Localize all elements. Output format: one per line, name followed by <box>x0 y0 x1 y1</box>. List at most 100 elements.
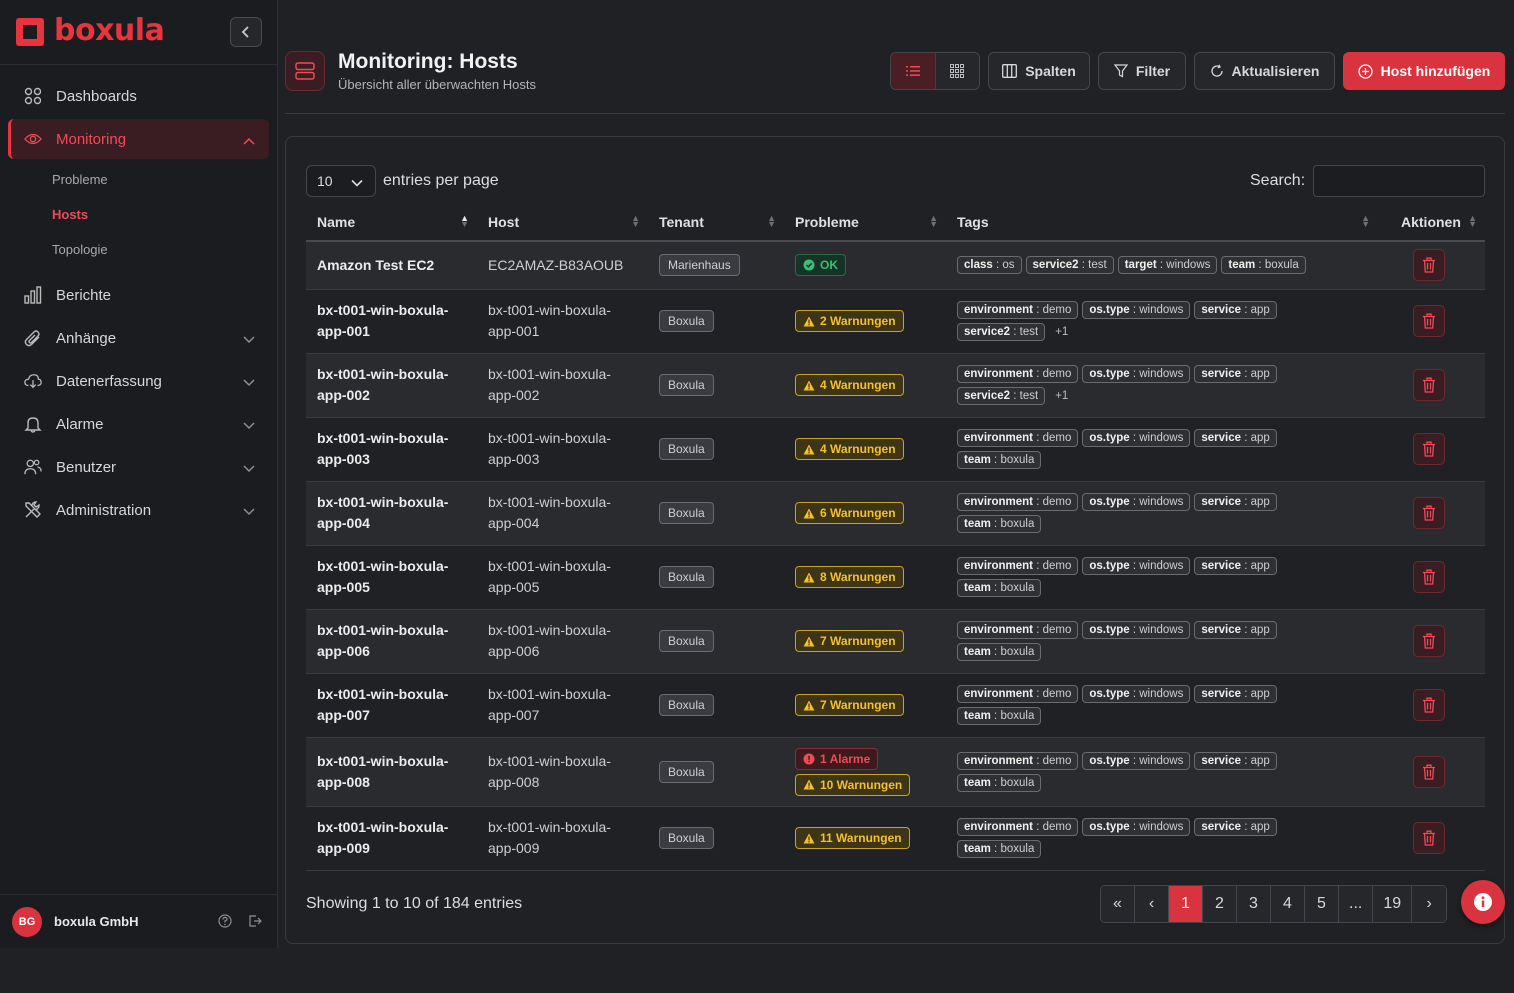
page-button[interactable]: « <box>1101 886 1135 922</box>
host-name[interactable]: bx-t001-win-boxula-app-001 <box>317 300 467 342</box>
host-name[interactable]: bx-t001-win-boxula-app-007 <box>317 684 467 726</box>
problem-badge-warn[interactable]: 8 Warnungen <box>795 566 904 588</box>
tag-chip[interactable]: service : app <box>1194 365 1277 383</box>
tag-more[interactable]: +1 <box>1049 323 1074 341</box>
table-row[interactable]: bx-t001-win-boxula-app-002 bx-t001-win-b… <box>306 353 1485 418</box>
host-name[interactable]: bx-t001-win-boxula-app-003 <box>317 428 467 470</box>
tag-chip[interactable]: environment : demo <box>957 429 1079 447</box>
table-row[interactable]: bx-t001-win-boxula-app-008 bx-t001-win-b… <box>306 737 1485 807</box>
column-header-probleme[interactable]: Probleme ▲ ▼ <box>784 203 946 242</box>
tag-chip[interactable]: service2 : test <box>957 387 1046 405</box>
tag-chip[interactable]: team : boxula <box>957 773 1042 792</box>
tag-chip[interactable]: os.type : windows <box>1082 685 1191 703</box>
page-button[interactable]: 2 <box>1203 886 1237 922</box>
delete-button[interactable] <box>1413 755 1445 788</box>
collapse-sidebar-button[interactable] <box>230 17 262 47</box>
delete-button[interactable] <box>1413 561 1445 593</box>
problem-badge-warn[interactable]: 6 Warnungen <box>795 502 904 524</box>
delete-button[interactable] <box>1413 625 1445 657</box>
host-name[interactable]: bx-t001-win-boxula-app-005 <box>317 556 467 598</box>
help-icon[interactable] <box>218 914 232 931</box>
sidebar-item-benutzer[interactable]: Benutzer <box>8 447 269 487</box>
page-button[interactable]: 5 <box>1305 886 1339 922</box>
tag-chip[interactable]: service : app <box>1194 429 1277 447</box>
search-input[interactable] <box>1313 165 1485 197</box>
table-row[interactable]: bx-t001-win-boxula-app-005 bx-t001-win-b… <box>306 545 1485 610</box>
column-header-tags[interactable]: Tags ▲ ▼ <box>946 203 1378 242</box>
delete-button[interactable] <box>1413 433 1445 465</box>
page-button[interactable]: 19 <box>1373 886 1413 922</box>
tag-chip[interactable]: service : app <box>1194 751 1277 770</box>
sidebar-subitem-hosts[interactable]: Hosts <box>8 197 269 232</box>
tag-chip[interactable]: os.type : windows <box>1082 301 1191 319</box>
table-row[interactable]: bx-t001-win-boxula-app-001 bx-t001-win-b… <box>306 289 1485 354</box>
page-button[interactable]: ... <box>1339 886 1374 922</box>
table-row[interactable]: bx-t001-win-boxula-app-003 bx-t001-win-b… <box>306 417 1485 482</box>
tag-chip[interactable]: os.type : windows <box>1082 557 1191 575</box>
delete-button[interactable] <box>1413 249 1445 282</box>
sidebar-item-dashboards[interactable]: Dashboards <box>8 76 269 116</box>
tag-chip[interactable]: environment : demo <box>957 301 1079 319</box>
tag-chip[interactable]: team : boxula <box>957 707 1042 725</box>
tag-chip[interactable]: environment : demo <box>957 493 1079 511</box>
tag-chip[interactable]: team : boxula <box>957 840 1042 858</box>
page-button[interactable]: ‹ <box>1135 886 1169 922</box>
logout-icon[interactable] <box>248 914 262 931</box>
host-name[interactable]: bx-t001-win-boxula-app-004 <box>317 492 467 534</box>
sidebar-item-monitoring[interactable]: Monitoring <box>8 119 269 159</box>
tag-chip[interactable]: service2 : test <box>957 323 1046 341</box>
avatar[interactable]: BG <box>12 906 42 937</box>
tag-chip[interactable]: service : app <box>1194 818 1277 836</box>
table-row[interactable]: bx-t001-win-boxula-app-007 bx-t001-win-b… <box>306 673 1485 738</box>
problem-badge-warn[interactable]: 4 Warnungen <box>795 374 904 396</box>
delete-button[interactable] <box>1413 689 1445 721</box>
tag-chip[interactable]: os.type : windows <box>1082 818 1191 836</box>
tag-chip[interactable]: environment : demo <box>957 557 1079 575</box>
sidebar-item-alarme[interactable]: Alarme <box>8 404 269 444</box>
delete-button[interactable] <box>1413 822 1445 854</box>
problem-badge-ok[interactable]: OK <box>795 254 846 277</box>
page-button[interactable]: 4 <box>1271 886 1305 922</box>
tag-chip[interactable]: service : app <box>1194 301 1277 319</box>
sidebar-subitem-topologie[interactable]: Topologie <box>8 232 269 267</box>
tag-chip[interactable]: team : boxula <box>957 643 1042 661</box>
tag-chip[interactable]: environment : demo <box>957 751 1079 770</box>
entries-per-page-select[interactable]: 10 <box>306 165 376 197</box>
problem-badge-warn[interactable]: 2 Warnungen <box>795 310 904 332</box>
delete-button[interactable] <box>1413 369 1445 401</box>
problem-badge-warn[interactable]: 4 Warnungen <box>795 438 904 460</box>
problem-badge-alarm[interactable]: 1 Alarme <box>795 747 879 770</box>
page-button[interactable]: 1 <box>1169 886 1203 922</box>
page-button[interactable]: 3 <box>1237 886 1271 922</box>
grid-view-button[interactable] <box>935 53 979 89</box>
column-header-host[interactable]: Host ▲ ▼ <box>477 203 648 242</box>
tag-chip[interactable]: environment : demo <box>957 621 1079 639</box>
tag-more[interactable]: +1 <box>1049 387 1074 405</box>
tag-chip[interactable]: os.type : windows <box>1082 493 1191 511</box>
column-header-tenant[interactable]: Tenant ▲ ▼ <box>648 203 784 242</box>
tag-chip[interactable]: team : boxula <box>957 579 1042 597</box>
tag-chip[interactable]: team : boxula <box>957 515 1042 533</box>
sidebar-item-berichte[interactable]: Berichte <box>8 275 269 315</box>
tag-chip[interactable]: service : app <box>1194 493 1277 511</box>
tag-chip[interactable]: os.type : windows <box>1082 365 1191 383</box>
problem-badge-warn[interactable]: 7 Warnungen <box>795 694 904 716</box>
tag-chip[interactable]: target : windows <box>1117 256 1218 275</box>
sidebar-item-administration[interactable]: Administration <box>8 490 269 530</box>
tag-chip[interactable]: service : app <box>1194 685 1277 703</box>
tag-chip[interactable]: class : os <box>957 256 1022 275</box>
tag-chip[interactable]: team : boxula <box>957 451 1042 469</box>
add-host-button[interactable]: Host hinzufügen <box>1343 52 1505 90</box>
tag-chip[interactable]: environment : demo <box>957 818 1079 836</box>
tag-chip[interactable]: team : boxula <box>1221 256 1306 275</box>
tag-chip[interactable]: os.type : windows <box>1082 621 1191 639</box>
problem-badge-warn[interactable]: 11 Warnungen <box>795 827 910 849</box>
host-name[interactable]: bx-t001-win-boxula-app-009 <box>317 817 467 859</box>
host-name[interactable]: bx-t001-win-boxula-app-002 <box>317 364 467 406</box>
refresh-button[interactable]: Aktualisieren <box>1194 52 1335 90</box>
host-name[interactable]: Amazon Test EC2 <box>317 255 467 276</box>
page-button[interactable]: › <box>1412 886 1447 922</box>
delete-button[interactable] <box>1413 305 1445 337</box>
table-row[interactable]: bx-t001-win-boxula-app-004 bx-t001-win-b… <box>306 481 1485 546</box>
list-view-button[interactable] <box>891 53 936 89</box>
